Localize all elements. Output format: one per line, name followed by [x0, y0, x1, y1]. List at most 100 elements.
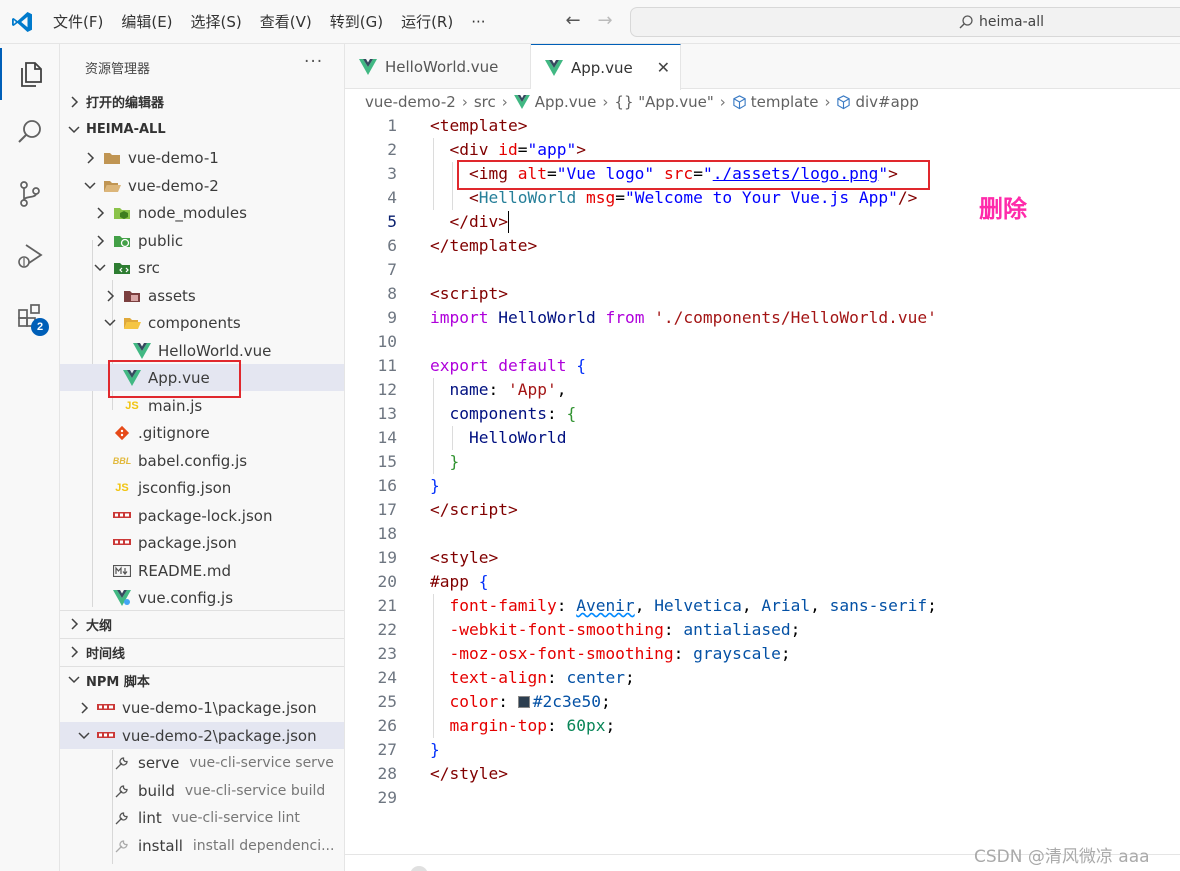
tree-file-package-lock[interactable]: package-lock.json — [60, 502, 344, 529]
line-number: 1 — [387, 116, 397, 135]
breadcrumb-item[interactable]: template — [751, 93, 819, 111]
tree-file-vue-config[interactable]: vue.config.js — [60, 584, 344, 611]
script-command: install dependenci... — [192, 837, 335, 854]
tab-app-vue[interactable]: App.vue ✕ — [531, 44, 681, 90]
tree-folder-node-modules[interactable]: node_modules — [60, 199, 344, 226]
tree-file-gitignore[interactable]: .gitignore — [60, 419, 344, 446]
tree-folder-vue-demo-1[interactable]: vue-demo-1 — [60, 144, 344, 171]
tree-item-label: public — [138, 231, 184, 250]
extensions-badge: 2 — [31, 318, 49, 336]
text-cursor — [508, 211, 509, 233]
title-bar: 文件(F) 编辑(E) 选择(S) 查看(V) 转到(G) 运行(R) ··· … — [0, 0, 1180, 44]
annotation-delete-label: 删除 — [979, 195, 1027, 223]
tab-bar: HelloWorld.vue App.vue ✕ — [345, 44, 1180, 90]
menu-more[interactable]: ··· — [462, 0, 494, 44]
npm-file-icon — [112, 507, 132, 525]
code-line: 24 text-align: center; — [345, 666, 1180, 690]
tab-helloworld-vue[interactable]: HelloWorld.vue — [345, 44, 531, 89]
menu-edit[interactable]: 编辑(E) — [112, 0, 181, 44]
chevron-right-icon — [66, 644, 82, 660]
timeline-label: 时间线 — [86, 646, 126, 662]
explorer-activity[interactable] — [0, 48, 60, 100]
command-center-search[interactable]: heima-all — [630, 7, 1180, 37]
open-editors-section[interactable]: 打开的编辑器 — [60, 88, 344, 115]
line-number: 5 — [387, 212, 397, 231]
workspace-root-label: HEIMA-ALL — [86, 122, 166, 137]
chevron-right-icon — [82, 150, 98, 166]
menu-file[interactable]: 文件(F) — [44, 0, 112, 44]
code-line: 17 </script> — [345, 498, 1180, 522]
tree-folder-public[interactable]: public — [60, 227, 344, 254]
line-number: 22 — [377, 620, 398, 639]
breadcrumb-item[interactable]: App.vue — [535, 93, 597, 111]
chevron-down-icon — [82, 178, 98, 194]
code-line: 11 export default { — [345, 354, 1180, 378]
line-number: 2 — [387, 140, 397, 159]
outline-section[interactable]: 大纲 — [60, 610, 344, 637]
tree-file-package-json[interactable]: package.json — [60, 529, 344, 556]
line-number: 13 — [377, 404, 398, 423]
line-number: 16 — [377, 476, 398, 495]
line-number: 6 — [387, 236, 397, 255]
forward-arrow-icon[interactable]: → — [594, 10, 616, 32]
breadcrumb-item[interactable]: src — [474, 93, 496, 111]
code-line: 27} — [345, 738, 1180, 762]
back-arrow-icon[interactable]: ← — [562, 10, 584, 32]
tree-file-babel-config[interactable]: BBL babel.config.js — [60, 447, 344, 474]
line-number: 27 — [377, 740, 398, 759]
chevron-right-icon — [92, 233, 108, 249]
code-line: 14 HelloWorld — [345, 426, 1180, 450]
workspace-root[interactable]: HEIMA-ALL — [60, 116, 344, 143]
menu-selection[interactable]: 选择(S) — [182, 0, 251, 44]
code-line: 10 — [345, 330, 1180, 354]
chevron-right-icon: › — [719, 93, 726, 111]
npm-scripts-section[interactable]: NPM 脚本 — [60, 666, 344, 693]
tree-item-label: babel.config.js — [138, 451, 248, 470]
tree-item-label: vue-demo-1\package.json — [122, 698, 317, 717]
breadcrumb-item[interactable]: div#app — [855, 93, 918, 111]
run-debug-activity[interactable] — [0, 230, 60, 282]
menu-run[interactable]: 运行(R) — [392, 0, 462, 44]
npm-package-vue-demo-1[interactable]: vue-demo-1\package.json — [60, 694, 344, 721]
more-actions-icon[interactable]: ··· — [304, 52, 323, 72]
jsconfig-file-icon: JS — [115, 481, 129, 494]
tree-file-readme[interactable]: README.md — [60, 557, 344, 584]
breadcrumb-item[interactable]: vue-demo-2 — [365, 93, 456, 111]
npm-script-build[interactable]: build vue-cli-service build — [60, 777, 344, 804]
timeline-section[interactable]: 时间线 — [60, 638, 344, 665]
source-control-activity[interactable] — [0, 168, 60, 220]
color-swatch[interactable] — [517, 696, 530, 708]
menu-go[interactable]: 转到(G) — [321, 0, 392, 44]
menu-view[interactable]: 查看(V) — [251, 0, 321, 44]
search-activity[interactable] — [0, 106, 60, 158]
code-line: 12 name: 'App', — [345, 378, 1180, 402]
wrench-icon — [112, 754, 132, 772]
code-line: 25 color: #2c3e50; — [345, 690, 1180, 714]
tree-folder-components[interactable]: components — [60, 309, 344, 336]
npm-script-lint[interactable]: lint vue-cli-service lint — [60, 804, 344, 831]
chevron-right-icon: › — [824, 93, 831, 111]
tree-item-label: package.json — [138, 533, 237, 552]
breadcrumb: vue-demo-2 › src › App.vue › {} "App.vue… — [365, 91, 919, 113]
line-number: 18 — [377, 524, 398, 543]
tree-folder-vue-demo-2[interactable]: vue-demo-2 — [60, 172, 344, 199]
markdown-file-icon — [112, 562, 132, 580]
vscode-logo-icon[interactable] — [10, 10, 34, 34]
activity-bar: 2 — [0, 44, 60, 871]
tree-folder-src[interactable]: src — [60, 254, 344, 281]
scrollbar-thumb[interactable] — [410, 866, 428, 871]
close-icon[interactable]: ✕ — [657, 58, 670, 77]
git-file-icon — [112, 424, 132, 442]
extensions-activity[interactable]: 2 — [0, 290, 60, 342]
breadcrumb-item[interactable]: {} "App.vue" — [614, 93, 713, 111]
code-line: 21 font-family: Avenir, Helvetica, Arial… — [345, 594, 1180, 618]
tree-file-jsconfig[interactable]: JS jsconfig.json — [60, 474, 344, 501]
npm-script-serve[interactable]: serve vue-cli-service serve — [60, 749, 344, 776]
script-name: build — [138, 781, 175, 800]
tree-item-label: jsconfig.json — [138, 478, 232, 497]
code-line: 5 </div> — [345, 210, 1180, 234]
code-line: 6 </template> — [345, 234, 1180, 258]
npm-package-vue-demo-2[interactable]: vue-demo-2\package.json — [60, 722, 344, 749]
tree-folder-assets[interactable]: assets — [60, 282, 344, 309]
npm-script-install[interactable]: install install dependenci... — [60, 832, 344, 859]
